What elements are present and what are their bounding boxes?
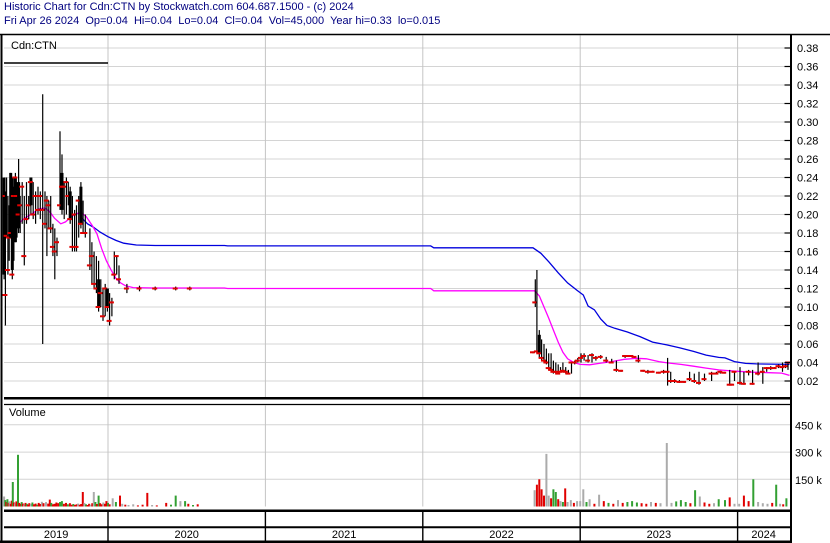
volume-axis-label: 300 k: [795, 448, 822, 460]
volume-pane-label: Volume: [9, 407, 46, 419]
symbol-label: Cdn:CTN: [11, 40, 57, 52]
price-axis-label: 0.28: [797, 136, 818, 148]
year-label-2019: 2019: [44, 529, 68, 541]
volume-axis-label: 150 k: [795, 475, 822, 487]
price-axis-label: 0.32: [797, 99, 818, 111]
year-label-2024: 2024: [751, 529, 775, 541]
price-axis-label: 0.36: [797, 62, 818, 74]
price-axis-label: 0.14: [797, 265, 818, 277]
year-label-2021: 2021: [332, 529, 356, 541]
price-axis-label: 0.38: [797, 43, 818, 55]
price-axis-label: 0.16: [797, 247, 818, 259]
axis-label-layer: 0.38 0.36 0.34 0.32 0.30 0.28 0.26 0.24 0.22 0.20…: [44, 43, 823, 541]
volume-axis-label: 450 k: [795, 420, 822, 432]
price-axis-label: 0.12: [797, 284, 818, 296]
gridline-layer: [4, 35, 790, 507]
price-axis-label: 0.18: [797, 228, 818, 240]
stock-chart-canvas: 0.38 0.36 0.34 0.32 0.30 0.28 0.26 0.24 0.22 0.20…: [0, 33, 830, 543]
price-axis-label: 0.22: [797, 191, 818, 203]
stockwatch-historic-chart-window: Historic Chart for Cdn:CTN by Stockwatch…: [0, 0, 830, 543]
price-axis-label: 0.24: [797, 173, 818, 185]
price-axis-label: 0.30: [797, 117, 818, 129]
price-axis-label: 0.20: [797, 210, 818, 222]
price-axis-label: 0.06: [797, 339, 818, 351]
year-label-2023: 2023: [647, 529, 671, 541]
price-axis-label: 0.34: [797, 80, 818, 92]
price-axis-label: 0.08: [797, 321, 818, 333]
price-axis-label: 0.02: [797, 376, 818, 388]
price-axis-label: 0.26: [797, 154, 818, 166]
price-axis-label: 0.04: [797, 358, 818, 370]
year-label-2020: 2020: [174, 529, 198, 541]
series-layer: [1, 94, 790, 507]
price-axis-label: 0.10: [797, 302, 818, 314]
year-label-2022: 2022: [489, 529, 513, 541]
